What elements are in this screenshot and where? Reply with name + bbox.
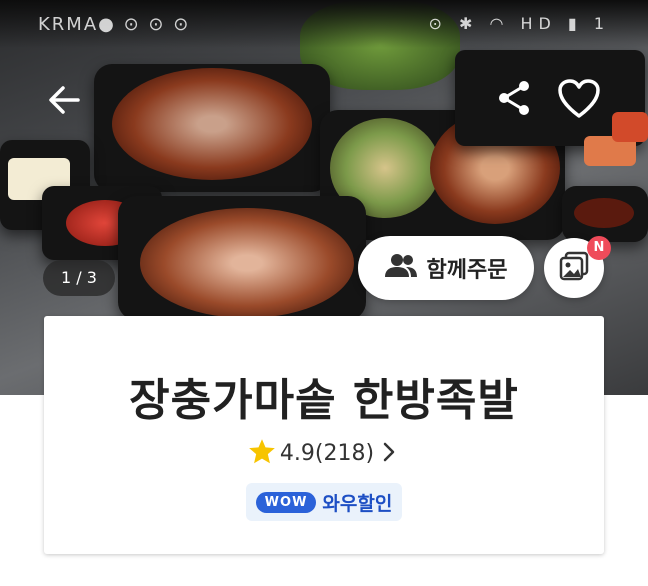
chevron-right-icon xyxy=(378,441,400,467)
status-right-text: ⊙ ✱ ◠ HD ▮ 1 xyxy=(428,14,610,33)
new-badge: N xyxy=(587,236,611,260)
food-pork-3 xyxy=(140,208,354,318)
status-bar: KRMA● ⊙ ⊙ ⊙ ⊙ ✱ ◠ HD ▮ 1 xyxy=(0,0,648,48)
rating-value: 4.9(218) xyxy=(279,441,375,466)
food-pork-1 xyxy=(112,68,312,180)
rating-link[interactable]: 4.9(218) xyxy=(44,438,604,469)
store-name: 장충가마솥 한방족발 xyxy=(129,375,519,426)
store-info-card: 장충가마솥 한방족발 4.9(218) WOW 와우할인 xyxy=(44,316,604,554)
star-icon xyxy=(248,438,276,469)
share-icon[interactable] xyxy=(494,78,534,118)
status-left-text: KRMA● ⊙ ⊙ ⊙ xyxy=(38,14,191,35)
heart-icon[interactable] xyxy=(557,78,601,120)
image-pager: 1 / 3 xyxy=(43,260,115,296)
photo-gallery-icon xyxy=(559,251,589,285)
wow-discount-label: 와우할인 xyxy=(322,492,393,515)
wow-tag: WOW xyxy=(255,491,317,513)
group-order-button[interactable]: 함께주문 xyxy=(358,236,534,300)
side-dish-2 xyxy=(612,112,648,142)
group-order-label: 함께주문 xyxy=(426,258,508,283)
sauce xyxy=(574,198,634,228)
back-arrow-icon[interactable] xyxy=(44,80,84,120)
wow-discount-badge: WOW 와우할인 xyxy=(246,483,402,521)
people-icon xyxy=(384,253,417,283)
